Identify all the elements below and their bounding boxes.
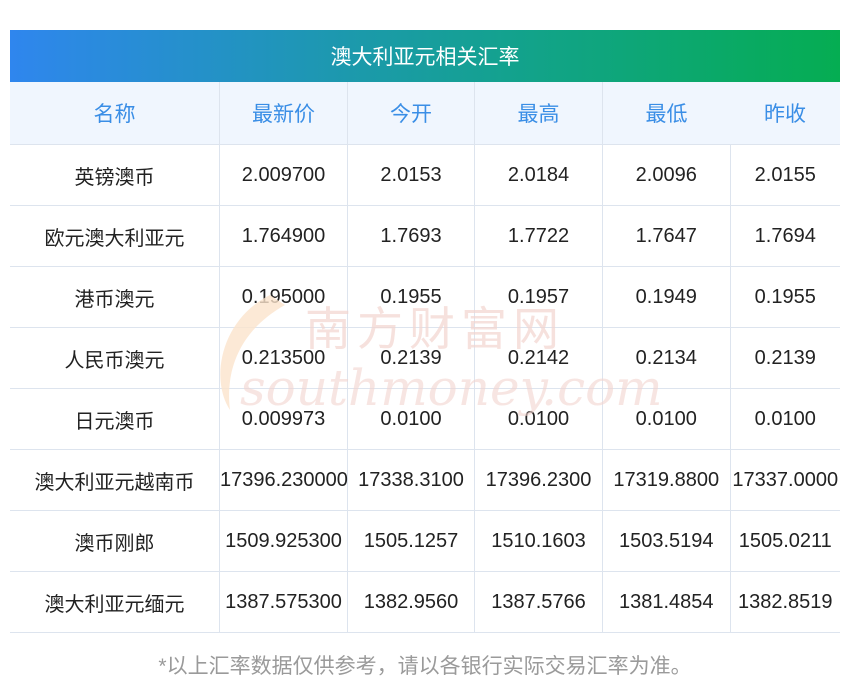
cell-low: 17319.8800 [602,449,731,511]
cell-low: 2.0096 [602,144,731,206]
cell-high: 0.1957 [474,266,603,328]
table-row: 澳大利亚元越南币 17396.230000 17338.3100 17396.2300… [10,449,840,511]
cell-high: 1510.1603 [474,510,603,572]
cell-low: 0.2134 [602,327,731,389]
cell-open: 0.2139 [347,327,475,389]
table-row: 日元澳币 0.009973 0.0100 0.0100 0.0100 0.0100 [10,388,840,450]
cell-latest: 1387.575300 [219,571,348,633]
cell-open: 1382.9560 [347,571,475,633]
cell-low: 1503.5194 [602,510,731,572]
cell-low: 1381.4854 [602,571,731,633]
col-low: 最低 [602,82,730,145]
cell-latest: 2.009700 [219,144,348,206]
col-high: 最高 [474,82,603,145]
cell-high: 0.0100 [474,388,603,450]
table-row: 港币澳元 0.195000 0.1955 0.1957 0.1949 0.1955 [10,266,840,328]
col-name: 名称 [10,82,220,145]
cell-name: 日元澳币 [10,388,220,450]
table-row: 人民币澳元 0.213500 0.2139 0.2142 0.2134 0.2139 [10,327,840,389]
table-header-row: 名称 最新价 今开 最高 最低 昨收 [10,82,840,145]
cell-latest: 1509.925300 [219,510,348,572]
cell-high: 1.7722 [474,205,603,267]
cell-name: 澳大利亚元缅元 [10,571,220,633]
cell-open: 1.7693 [347,205,475,267]
cell-prev-close: 0.0100 [729,388,840,450]
cell-latest: 1.764900 [219,205,348,267]
col-latest: 最新价 [219,82,348,145]
table-row: 澳大利亚元缅元 1387.575300 1382.9560 1387.5766 1381… [10,571,840,633]
cell-prev-close: 17337.0000 [729,449,840,511]
table-row: 英镑澳币 2.009700 2.0153 2.0184 2.0096 2.0155 [10,144,840,206]
cell-low: 1.7647 [602,205,731,267]
cell-open: 0.1955 [347,266,475,328]
cell-open: 17338.3100 [347,449,475,511]
cell-name: 欧元澳大利亚元 [10,205,220,267]
cell-open: 0.0100 [347,388,475,450]
disclaimer: *以上汇率数据仅供参考，请以各银行实际交易汇率为准。 [158,655,692,678]
cell-prev-close: 1382.8519 [729,571,840,633]
table-row: 欧元澳大利亚元 1.764900 1.7693 1.7722 1.7647 1.7694 [10,205,840,267]
cell-low: 0.0100 [602,388,731,450]
cell-open: 1505.1257 [347,510,475,572]
cell-latest: 0.213500 [219,327,348,389]
cell-high: 2.0184 [474,144,603,206]
cell-prev-close: 2.0155 [729,144,840,206]
cell-prev-close: 0.1955 [729,266,840,328]
cell-high: 0.2142 [474,327,603,389]
table-title: 澳大利亚元相关汇率 [10,30,840,82]
cell-name: 人民币澳元 [10,327,220,389]
cell-high: 17396.2300 [474,449,603,511]
cell-name: 澳币刚郎 [10,510,220,572]
cell-low: 0.1949 [602,266,731,328]
cell-prev-close: 0.2139 [729,327,840,389]
col-open: 今开 [347,82,475,145]
col-prev-close: 昨收 [730,82,840,145]
cell-prev-close: 1505.0211 [729,510,840,572]
cell-prev-close: 1.7694 [729,205,840,267]
cell-high: 1387.5766 [474,571,603,633]
cell-open: 2.0153 [347,144,475,206]
cell-name: 英镑澳币 [10,144,220,206]
cell-latest: 17396.230000 [219,449,348,511]
cell-latest: 0.195000 [219,266,348,328]
table-row: 澳币刚郎 1509.925300 1505.1257 1510.1603 1503.51… [10,510,840,572]
cell-name: 澳大利亚元越南币 [10,449,220,511]
cell-name: 港币澳元 [10,266,220,328]
exchange-rate-table: 名称 最新价 今开 最高 最低 昨收 英镑澳币 2.009700 2.0153 2.0… [10,82,840,633]
cell-latest: 0.009973 [219,388,348,450]
